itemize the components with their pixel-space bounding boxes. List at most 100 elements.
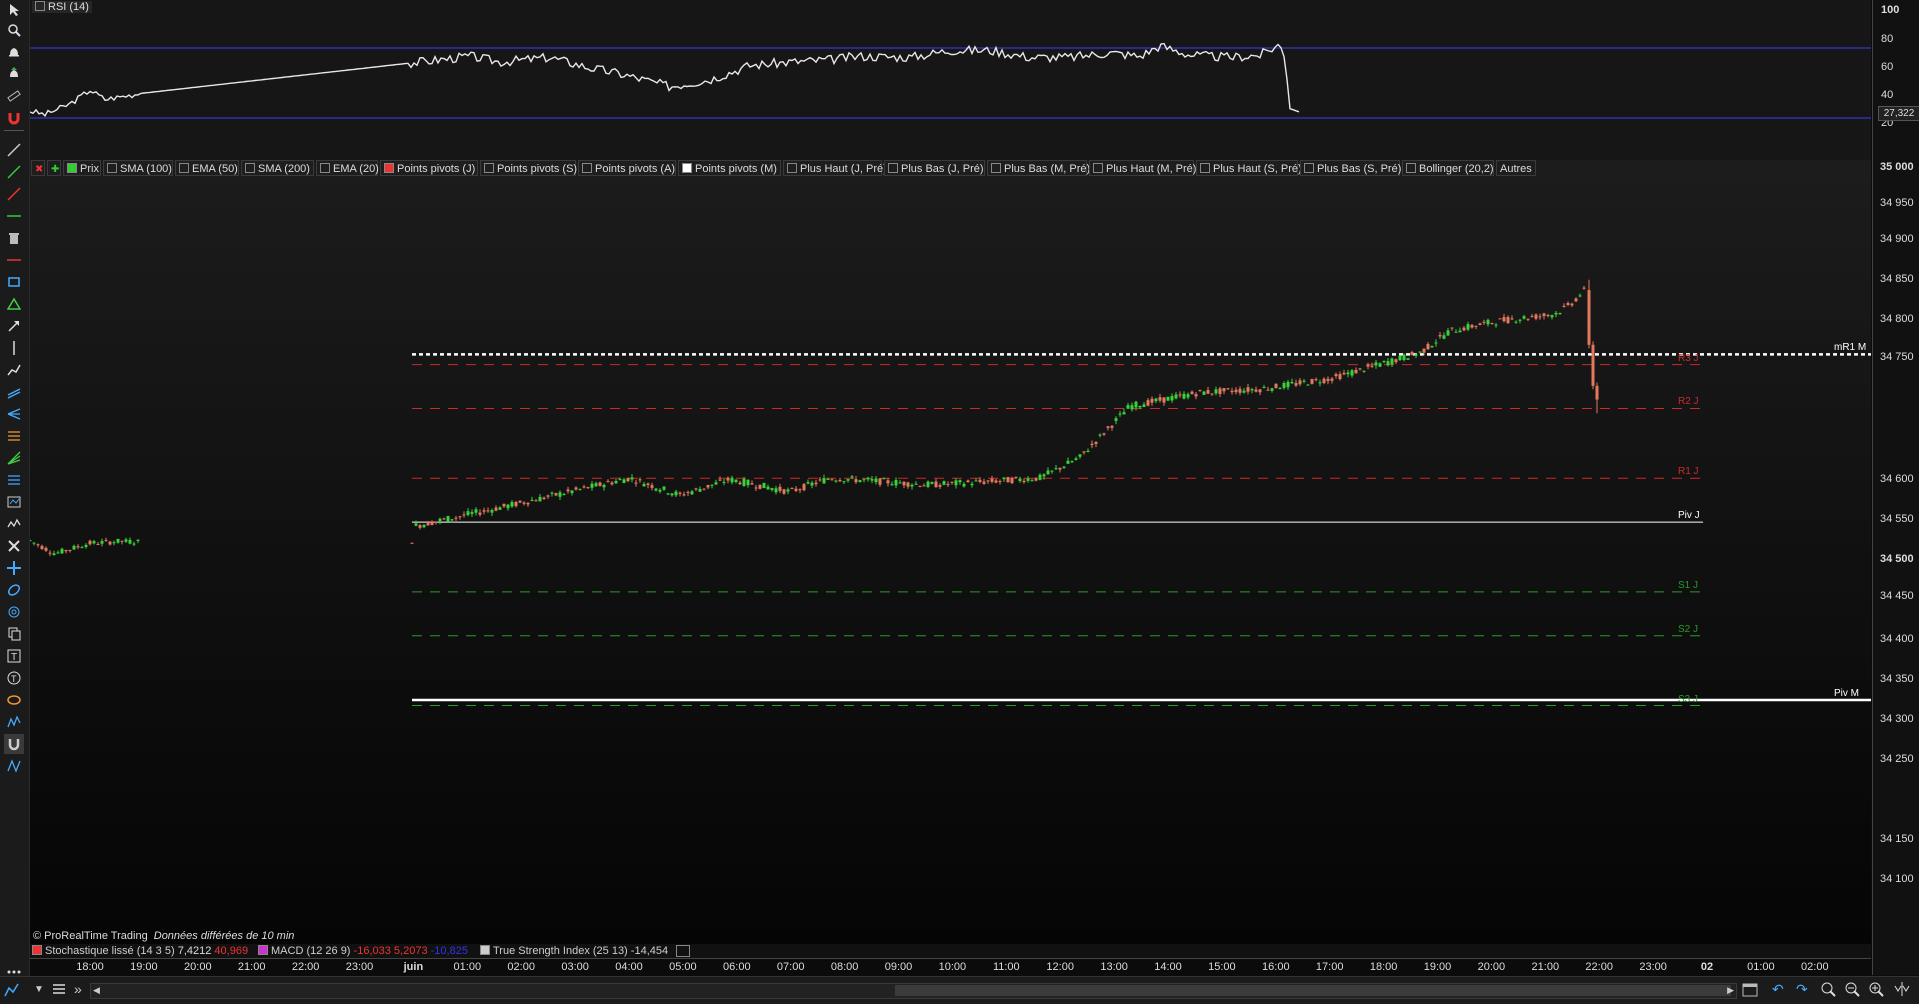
candle-body <box>510 502 514 507</box>
text-circle-icon[interactable]: T <box>4 668 24 688</box>
legend-plus-haut-j-pr-[interactable]: Plus Haut (J, Pré) <box>783 160 887 176</box>
tools-icon[interactable] <box>4 536 24 556</box>
popout-icon[interactable] <box>676 945 690 957</box>
calendar-icon[interactable] <box>1742 981 1758 1002</box>
horizontal-scrollbar[interactable]: ◀ ▶ <box>90 983 1737 999</box>
zoom-fit-icon[interactable] <box>1820 981 1836 1002</box>
legend-checkbox[interactable] <box>1093 163 1103 173</box>
legend-checkbox[interactable] <box>107 163 117 173</box>
line-red-icon[interactable] <box>4 184 24 204</box>
legend-sma-200-[interactable]: SMA (200) <box>241 160 314 176</box>
legend-ema-50-[interactable]: EMA (50) <box>175 160 239 176</box>
move-icon[interactable] <box>4 558 24 578</box>
alert-up-icon[interactable] <box>4 64 24 84</box>
zoom-icon[interactable] <box>4 20 24 40</box>
ellipse-icon[interactable] <box>4 690 24 710</box>
stoch-indicator[interactable]: Stochastique lissé (14 3 5) 7,4212 40,96… <box>32 945 248 957</box>
candle-body <box>586 487 590 489</box>
scroll-left-icon[interactable]: ◀ <box>93 985 100 996</box>
cursor-icon[interactable] <box>4 0 24 20</box>
spiral-icon[interactable] <box>4 602 24 622</box>
candle-body <box>530 499 534 501</box>
remove-chart-icon[interactable]: ✖ <box>31 160 45 176</box>
legend-points-pivots-a-[interactable]: Points pivots (A) <box>578 160 676 176</box>
macd-indicator[interactable]: MACD (12 26 9) -16,033 5,2073 -10,825 <box>258 945 468 957</box>
legend-checkbox[interactable] <box>1406 163 1416 173</box>
scale-icon[interactable] <box>1894 981 1910 1002</box>
horizontal-line-green-icon[interactable] <box>4 206 24 226</box>
legend-plus-haut-s-pr-[interactable]: Plus Haut (S, Pré) <box>1196 160 1302 176</box>
fibonacci-icon[interactable] <box>4 426 24 446</box>
rectangle-icon[interactable] <box>4 272 24 292</box>
candle-body <box>1054 468 1058 470</box>
legend-checkbox[interactable] <box>682 163 692 173</box>
legend-points-pivots-s-[interactable]: Points pivots (S) <box>480 160 577 176</box>
price-axis-tick: 35 000 <box>1880 161 1914 173</box>
legend-checkbox[interactable] <box>991 163 1001 173</box>
zoom-in-icon[interactable] <box>1868 981 1884 1002</box>
pattern-icon[interactable] <box>4 756 24 776</box>
legend-plus-haut-m-pr-[interactable]: Plus Haut (M, Pré) <box>1089 160 1196 176</box>
legend-checkbox[interactable] <box>787 163 797 173</box>
polyline-icon[interactable] <box>4 360 24 380</box>
fib-extension-icon[interactable] <box>4 470 24 490</box>
legend-plus-bas-j-pr-[interactable]: Plus Bas (J, Pré) <box>884 160 985 176</box>
dropdown-arrow-icon[interactable]: ▼ <box>34 984 44 995</box>
text-icon[interactable]: T <box>4 646 24 666</box>
zoom-out-icon[interactable] <box>1844 981 1860 1002</box>
undo-icon[interactable]: ↶ <box>1772 981 1784 998</box>
chart-type-icon[interactable] <box>4 982 22 1003</box>
legend-checkbox[interactable] <box>179 163 189 173</box>
trash-icon[interactable] <box>4 228 24 248</box>
candle-body <box>570 490 574 494</box>
legend-more-button[interactable]: Autres <box>1496 160 1536 176</box>
legend-checkbox[interactable] <box>245 163 255 173</box>
arrow-tool-icon[interactable] <box>4 316 24 336</box>
legend-prix[interactable]: Prix <box>63 160 101 176</box>
legend-ema-20-[interactable]: EMA (20) <box>316 160 379 176</box>
magnet-tool-active-icon[interactable] <box>4 734 24 754</box>
brush-icon[interactable] <box>4 580 24 600</box>
copy-icon[interactable] <box>4 624 24 644</box>
menu-icon[interactable] <box>52 982 66 1001</box>
channel-icon[interactable] <box>4 382 24 402</box>
scrollbar-thumb[interactable] <box>895 985 1731 996</box>
ruler-icon[interactable] <box>4 86 24 106</box>
price-axis-tick: 34 750 <box>1880 351 1914 363</box>
tsi-indicator[interactable]: True Strength Index (25 13) -14,454 <box>480 945 668 957</box>
candle-body <box>1066 460 1070 464</box>
legend-checkbox[interactable] <box>582 163 592 173</box>
legend-checkbox[interactable] <box>67 163 77 173</box>
legend-plus-bas-m-pr-[interactable]: Plus Bas (M, Pré) <box>987 160 1090 176</box>
legend-plus-bas-s-pr-[interactable]: Plus Bas (S, Pré) <box>1300 160 1401 176</box>
fib-fan-icon[interactable] <box>4 448 24 468</box>
fib-time-icon[interactable] <box>4 492 24 512</box>
legend-checkbox[interactable] <box>1304 163 1314 173</box>
double-chevron-icon[interactable]: » <box>74 981 82 997</box>
zigzag-icon[interactable] <box>4 712 24 732</box>
line-green-icon[interactable] <box>4 162 24 182</box>
candle-body <box>906 482 910 487</box>
legend-points-pivots-m-[interactable]: Points pivots (M) <box>678 160 781 176</box>
magnet-icon[interactable] <box>4 108 24 128</box>
vertical-line-icon[interactable] <box>4 338 24 358</box>
alert-bell-icon[interactable] <box>4 42 24 62</box>
legend-checkbox[interactable] <box>888 163 898 173</box>
scroll-right-icon[interactable]: ▶ <box>1727 985 1734 996</box>
horizontal-line-red-icon[interactable] <box>4 250 24 270</box>
legend-bollinger-20-2-[interactable]: Bollinger (20,2) <box>1402 160 1494 176</box>
legend-checkbox[interactable] <box>384 163 394 173</box>
triangle-icon[interactable] <box>4 294 24 314</box>
rsi-value-tag: 27,322 <box>1878 106 1919 121</box>
candle-body <box>606 481 610 483</box>
legend-checkbox[interactable] <box>484 163 494 173</box>
wave-icon[interactable] <box>4 514 24 534</box>
line-black-icon[interactable] <box>4 140 24 160</box>
legend-sma-100-[interactable]: SMA (100) <box>103 160 173 176</box>
legend-checkbox[interactable] <box>320 163 330 173</box>
legend-checkbox[interactable] <box>1200 163 1210 173</box>
add-indicator-icon[interactable]: ✚ <box>47 160 61 176</box>
legend-points-pivots-j-[interactable]: Points pivots (J) <box>380 160 478 176</box>
redo-icon[interactable]: ↷ <box>1796 981 1808 998</box>
pitchfork-icon[interactable] <box>4 404 24 424</box>
